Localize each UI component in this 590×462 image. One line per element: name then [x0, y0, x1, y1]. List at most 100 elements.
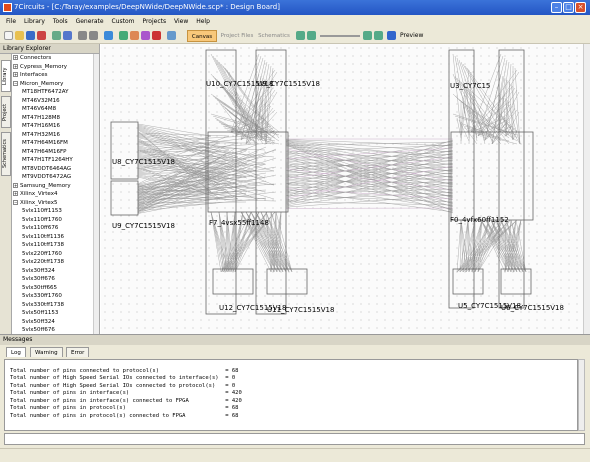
- canvas-scrollbar[interactable]: [583, 44, 590, 334]
- log-scrollbar[interactable]: [578, 359, 585, 431]
- properties-icon[interactable]: [63, 31, 72, 40]
- tree-item[interactable]: MT47H64M16FM: [13, 139, 93, 148]
- open-folder-icon[interactable]: [15, 31, 24, 40]
- f0-fpga[interactable]: [450, 131, 534, 221]
- net-wire: [285, 176, 454, 207]
- undo-icon[interactable]: [78, 31, 87, 40]
- zoom-in-icon[interactable]: [363, 31, 372, 40]
- tree-item[interactable]: MT47H128M8: [13, 114, 93, 123]
- menu-view[interactable]: View: [174, 18, 188, 25]
- arrange-icon[interactable]: [167, 31, 176, 40]
- command-input[interactable]: [4, 433, 585, 445]
- menu-custom[interactable]: Custom: [112, 18, 135, 25]
- tree-item[interactable]: 5vlx110tff1738: [13, 241, 93, 250]
- tab-log[interactable]: Log: [6, 347, 26, 357]
- side-tab-library[interactable]: Library: [1, 60, 11, 92]
- tree-item[interactable]: 5vlx330tff1738: [13, 301, 93, 310]
- net-wire: [458, 119, 470, 142]
- tree-item[interactable]: 5vlx30ff324: [13, 267, 93, 276]
- maximize-button[interactable]: □: [563, 2, 574, 13]
- print-icon[interactable]: [52, 31, 61, 40]
- menu-projects[interactable]: Projects: [142, 18, 166, 25]
- u12-chip[interactable]: [212, 268, 254, 295]
- tree-item[interactable]: MT8VDDT6464AG: [13, 165, 93, 174]
- tree-group[interactable]: − Micron_Memory: [13, 80, 93, 89]
- tree-group[interactable]: + Connectors: [13, 54, 93, 63]
- minimize-button[interactable]: –: [551, 2, 562, 13]
- tree-item[interactable]: MT46V32M16: [13, 97, 93, 106]
- menu-tools[interactable]: Tools: [53, 18, 68, 25]
- tab-error[interactable]: Error: [66, 347, 90, 357]
- log-line: Total number of pins in protocol(s) = 68: [10, 405, 239, 411]
- f0-label: F0_4vfx60ff1152: [450, 216, 509, 224]
- tree-item[interactable]: 5vlx220ff1760: [13, 250, 93, 259]
- tree-group[interactable]: + Cypress_Memory: [13, 63, 93, 72]
- u8-label: U8_CY7C1515V18: [112, 158, 175, 166]
- tab-project-files[interactable]: Project Files: [219, 30, 255, 42]
- log-line: Total number of High Speed Serial IOs co…: [10, 382, 236, 389]
- tree-group[interactable]: + Xilinx_Virtex4: [13, 190, 93, 199]
- menu-help[interactable]: Help: [196, 18, 210, 25]
- menu-generate[interactable]: Generate: [76, 18, 104, 25]
- title-bar: 7Circuits - [C:/Taray/examples/DeepNWide…: [0, 0, 590, 15]
- net-wire: [285, 163, 454, 167]
- tree-item[interactable]: MT46V64M8: [13, 105, 93, 114]
- fit-view-icon[interactable]: [296, 31, 305, 40]
- library-scrollbar[interactable]: [93, 54, 99, 334]
- preview-icon[interactable]: [387, 31, 396, 40]
- tree-item[interactable]: MT9VDDT6472AG: [13, 173, 93, 182]
- side-tab-schematics[interactable]: Schematics: [1, 132, 11, 176]
- help-icon[interactable]: [104, 31, 113, 40]
- tree-group[interactable]: + Interfaces: [13, 71, 93, 80]
- library-explorer: Library Explorer Library Project Schemat…: [0, 44, 100, 334]
- u5-chip[interactable]: [452, 268, 484, 295]
- tree-item[interactable]: MT47H1TF1264HY: [13, 156, 93, 165]
- side-tab-project[interactable]: Project: [1, 96, 11, 128]
- tree-item[interactable]: MT18HTF6472AY: [13, 88, 93, 97]
- tree-item[interactable]: 5vlx50ff676: [13, 326, 93, 334]
- side-tabs: Library Project Schematics: [0, 54, 12, 334]
- close-doc-icon[interactable]: [37, 31, 46, 40]
- u8-chip[interactable]: [110, 121, 139, 180]
- tree-item[interactable]: 5vlx50ff324: [13, 318, 93, 327]
- tree-item[interactable]: 5vlx110ff1153: [13, 207, 93, 216]
- tree-item[interactable]: 5vlx220tff1738: [13, 258, 93, 267]
- tree-item[interactable]: MT47H16M16: [13, 122, 93, 131]
- net-wire: [452, 53, 462, 133]
- close-button[interactable]: ×: [575, 2, 586, 13]
- u3-label: U3_CY7C15: [450, 82, 491, 90]
- tab-warning[interactable]: Warning: [30, 347, 63, 357]
- preview-label[interactable]: Preview: [400, 30, 423, 42]
- tree-item[interactable]: 5vlx110tff1136: [13, 233, 93, 242]
- stop-icon[interactable]: [152, 31, 161, 40]
- net-wire: [460, 219, 467, 273]
- tree-item[interactable]: 5vlx30tff665: [13, 284, 93, 293]
- design-canvas[interactable]: U10_CY7C1515V18 U9_CY7C1515V18 U3_CY7C15…: [101, 44, 590, 334]
- tree-item[interactable]: MT47H64M16FP: [13, 148, 93, 157]
- tree-item[interactable]: 5vlx330ff1760: [13, 292, 93, 301]
- tab-canvas[interactable]: Canvas: [187, 30, 217, 42]
- tree-item[interactable]: MT47H32M16: [13, 131, 93, 140]
- tree-group[interactable]: − Xilinx_Virtex5: [13, 199, 93, 208]
- tree-item[interactable]: 5vlx110ff1760: [13, 216, 93, 225]
- tree-group[interactable]: + Samsung_Memory: [13, 182, 93, 191]
- new-file-icon[interactable]: [4, 31, 13, 40]
- tree-item[interactable]: 5vlx110ff676: [13, 224, 93, 233]
- build-icon[interactable]: [130, 31, 139, 40]
- zoom-out-icon[interactable]: [307, 31, 316, 40]
- tab-schematics[interactable]: Schematics: [257, 30, 291, 42]
- save-icon[interactable]: [26, 31, 35, 40]
- tree-item[interactable]: 5vlx50ff1153: [13, 309, 93, 318]
- tree-item[interactable]: 5vlx30ff676: [13, 275, 93, 284]
- redo-icon[interactable]: [89, 31, 98, 40]
- u11-chip[interactable]: [266, 268, 308, 295]
- log-line: Total number of pins connected to protoc…: [10, 367, 239, 374]
- tools-icon[interactable]: [141, 31, 150, 40]
- menu-file[interactable]: File: [6, 18, 16, 25]
- zoom-slider[interactable]: [320, 35, 360, 37]
- menu-library[interactable]: Library: [24, 18, 45, 25]
- u6-chip[interactable]: [500, 268, 532, 295]
- u9-left-chip[interactable]: [110, 180, 139, 216]
- zoom-area-icon[interactable]: [374, 31, 383, 40]
- generate-icon[interactable]: [119, 31, 128, 40]
